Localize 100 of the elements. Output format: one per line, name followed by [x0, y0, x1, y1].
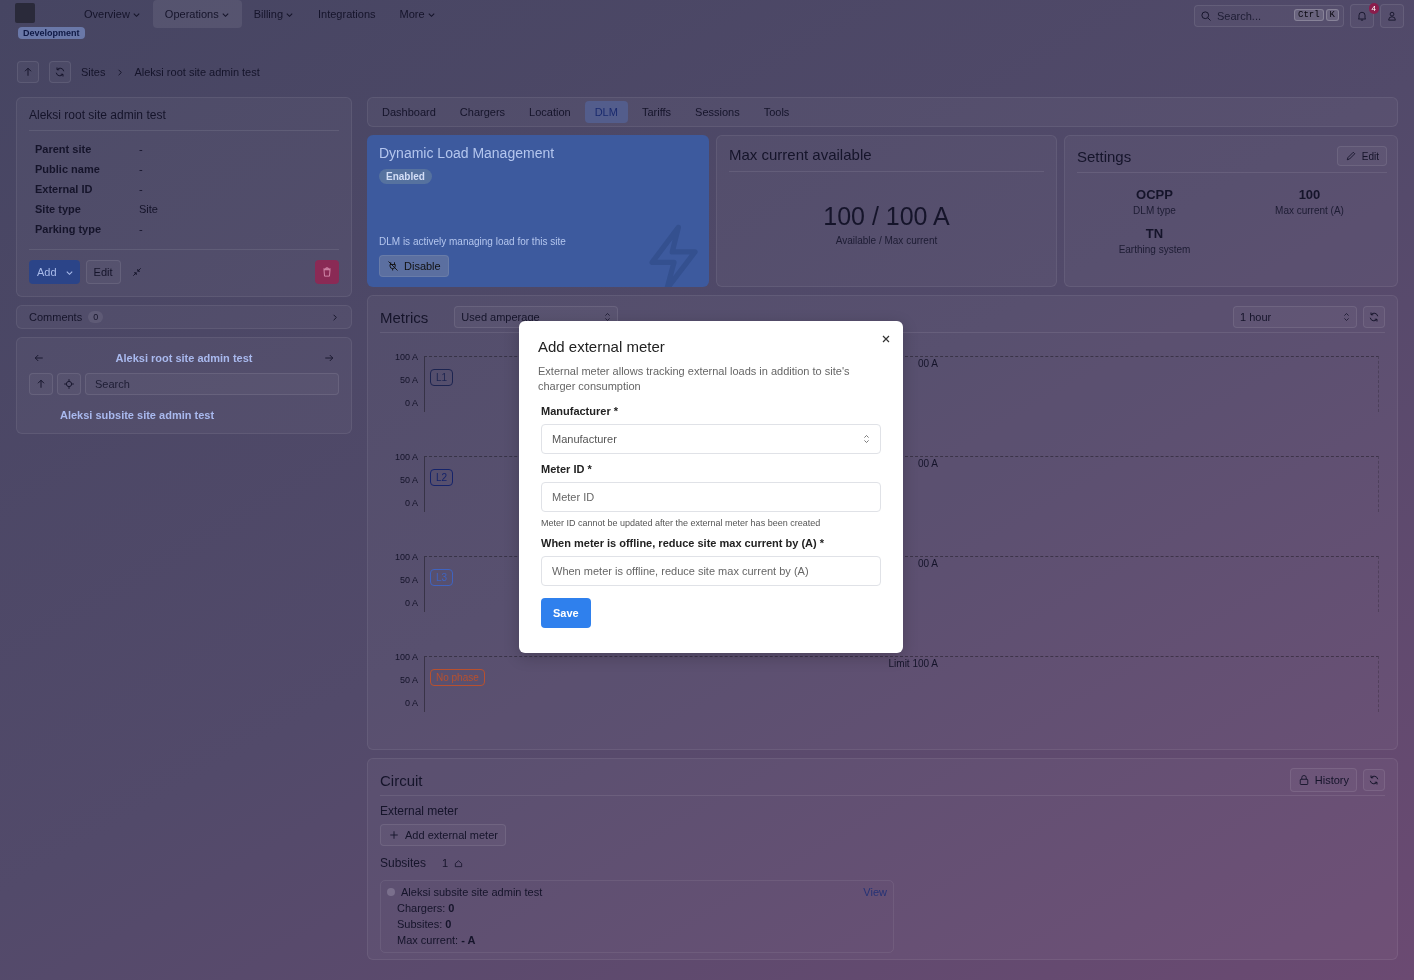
select-arrows-icon: [604, 312, 612, 322]
status-dot: [387, 888, 395, 896]
limit-label: Limit 100 A: [888, 658, 938, 669]
subsite-detail: Max current: - A: [397, 934, 477, 946]
comments-label: Comments: [29, 311, 83, 323]
select-arrows-icon: [863, 433, 870, 444]
phase-badge: No phase: [430, 669, 485, 686]
search-icon: [1200, 10, 1212, 22]
card-title: Dynamic Load Management: [379, 145, 555, 161]
field-label: Parent site: [35, 143, 93, 155]
bell-icon: [1356, 10, 1368, 22]
add-external-meter-button[interactable]: Add external meter: [380, 824, 506, 846]
trash-icon: [321, 266, 333, 278]
card-title: Circuit: [380, 771, 423, 789]
add-button[interactable]: Add: [29, 260, 80, 284]
field-label: Public name: [35, 163, 101, 175]
card-title: Max current available: [729, 146, 872, 163]
refresh-icon: [54, 66, 66, 78]
locate-button[interactable]: [57, 373, 81, 395]
tab[interactable]: Tariffs: [631, 101, 682, 123]
tab[interactable]: DLM: [584, 101, 628, 123]
arrow-right-icon: [323, 352, 335, 364]
crosshair-icon: [63, 378, 75, 390]
tab[interactable]: Chargers: [449, 101, 516, 123]
edit-button[interactable]: Edit: [1336, 146, 1387, 166]
setting-value: OCPP: [1136, 187, 1173, 202]
field-label: Manufacturer *: [541, 404, 620, 417]
pencil-icon: [1344, 150, 1357, 162]
user-icon: [1386, 10, 1398, 22]
setting-value: TN: [1145, 226, 1164, 241]
site-title: Aleksi root site admin test: [29, 108, 167, 122]
field-label: Parking type: [35, 223, 103, 235]
field-value: -: [139, 223, 144, 235]
keyboard-key: K: [1325, 9, 1339, 21]
arrow-left-icon: [33, 352, 45, 364]
setting-label: Max current (A): [1275, 205, 1344, 216]
current-value: 100 / 100 A: [823, 202, 950, 231]
edit-button[interactable]: Edit: [85, 260, 121, 284]
nav-menu-item[interactable]: Overview: [72, 0, 153, 28]
field-label: When meter is offline, reduce site max current by (A) *: [541, 536, 825, 549]
setting-label: Earthing system: [1118, 244, 1191, 255]
field-hint: Meter ID cannot be updated after the external meter has been created: [541, 517, 822, 528]
plus-icon: [388, 829, 400, 841]
input-field[interactable]: When meter is offline, reduce site max current by (A): [541, 555, 881, 586]
home-icon: [454, 858, 464, 868]
refresh-icon: [1368, 774, 1380, 786]
limit-label: 00 A: [917, 458, 938, 469]
phase-badge: L3: [430, 569, 454, 586]
up-button[interactable]: [17, 61, 39, 83]
select-arrows-icon: [1343, 312, 1350, 322]
tree-root-link[interactable]: Aleksi root site admin test: [115, 352, 253, 364]
status-message: DLM is actively managing load for this site: [379, 236, 566, 247]
tree-item-link[interactable]: Aleksi subsite site admin test: [60, 409, 339, 421]
card-title: Settings: [1077, 147, 1132, 165]
field-label: Site type: [35, 203, 82, 215]
manufacturer-select[interactable]: Manufacturer: [541, 423, 881, 454]
up-button[interactable]: [29, 373, 53, 395]
nav-menu-item[interactable]: Operations: [152, 0, 242, 28]
field-value: -: [139, 143, 144, 155]
environment-badge: Development: [18, 27, 85, 39]
field-value: -: [139, 163, 144, 175]
refresh-button[interactable]: [1363, 769, 1385, 791]
notifications-button[interactable]: [1350, 4, 1374, 28]
value-caption: Available / Max current: [835, 235, 938, 246]
chevron-right-icon: [115, 67, 125, 77]
close-icon: [881, 334, 891, 344]
lock-icon: [1297, 774, 1310, 786]
history-button[interactable]: History: [1289, 768, 1357, 792]
refresh-button[interactable]: [1363, 306, 1385, 328]
nav-menu-item[interactable]: Billing: [241, 0, 306, 28]
nav-menu-item[interactable]: More: [387, 0, 448, 28]
subsite-count: 1: [442, 857, 449, 869]
refresh-button[interactable]: [49, 61, 71, 83]
notification-count: 4: [1368, 3, 1379, 14]
time-range-select[interactable]: 1 hour: [1233, 306, 1357, 328]
view-link[interactable]: View: [863, 886, 887, 898]
tab[interactable]: Sessions: [685, 101, 750, 123]
tab[interactable]: Dashboard: [372, 101, 446, 123]
dialog-title: Add external meter: [538, 338, 666, 355]
section-label: Subsites: [380, 856, 427, 870]
tab[interactable]: Location: [519, 101, 581, 123]
field-value: -: [139, 183, 144, 195]
refresh-icon: [1368, 311, 1380, 323]
input-field[interactable]: Meter ID: [541, 481, 881, 512]
comment-count: 0: [88, 311, 104, 323]
save-button[interactable]: Save: [541, 597, 591, 628]
delete-button[interactable]: [315, 260, 339, 284]
user-button[interactable]: [1380, 4, 1404, 28]
arrow-up-icon: [35, 378, 47, 390]
disable-button[interactable]: Disable: [379, 255, 449, 277]
comments-bar[interactable]: Comments 0: [16, 305, 352, 329]
subsite-detail: Subsites: 0: [397, 918, 453, 930]
field-label: External ID: [35, 183, 94, 195]
collapse-icon: [130, 266, 143, 278]
tab[interactable]: Tools: [753, 101, 800, 123]
nav-menu-item[interactable]: Integrations: [306, 0, 388, 28]
section-label: External meter: [380, 804, 460, 818]
plug-off-icon: [387, 260, 399, 272]
chevron-right-icon: [330, 312, 339, 322]
card-title: Metrics: [380, 308, 429, 326]
